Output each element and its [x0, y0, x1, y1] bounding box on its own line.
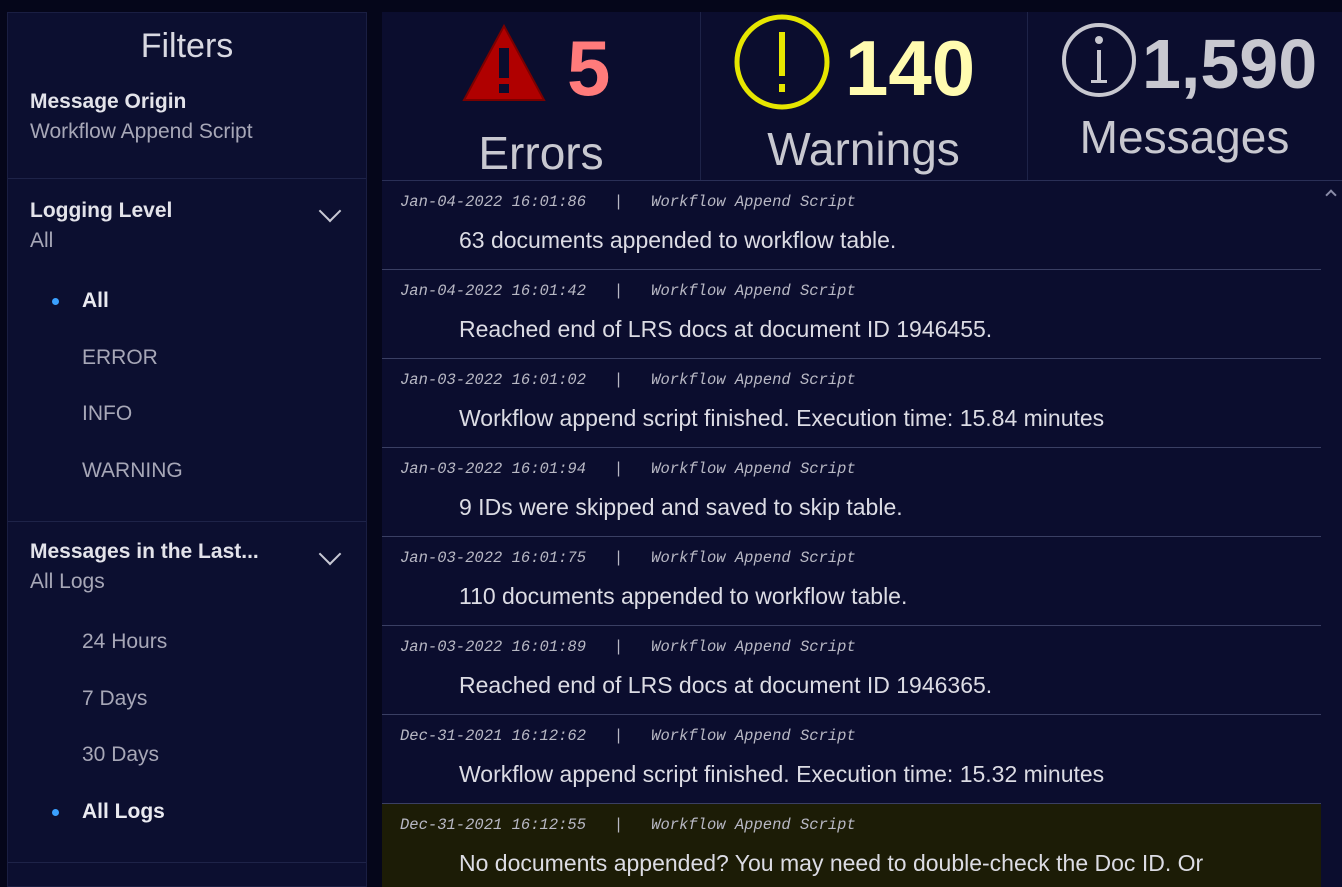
warnings-count: 140	[845, 24, 976, 112]
log-meta: Jan-03-2022 16:01:75 | Workflow Append S…	[400, 549, 856, 567]
log-timestamp: Dec-31-2021 16:12:62	[400, 727, 587, 745]
option-label: 7 Days	[82, 686, 148, 710]
log-timestamp: Jan-04-2022 16:01:42	[400, 282, 587, 300]
time-option-30-days[interactable]: 30 Days	[30, 735, 344, 792]
messages-last-dropdown[interactable]: Messages in the Last... All Logs	[30, 540, 344, 594]
logging-option-error[interactable]: ERROR	[30, 338, 344, 395]
filters-title: Filters	[140, 27, 234, 65]
log-entry[interactable]: Jan-04-2022 16:01:86 | Workflow Append S…	[382, 181, 1321, 270]
filters-panel: Filters Message Origin Workflow Append S…	[7, 12, 367, 887]
log-meta: Jan-03-2022 16:01:89 | Workflow Append S…	[400, 638, 856, 656]
errors-count: 5	[567, 24, 611, 112]
log-timestamp: Jan-03-2022 16:01:94	[400, 460, 587, 478]
selected-dot-icon	[52, 298, 59, 305]
message-origin-label: Message Origin	[30, 90, 187, 113]
stats-bar: 5 Errors 140 Warnings 1,590 Messages	[382, 12, 1342, 181]
message-origin-value: Workflow Append Script	[30, 120, 253, 143]
log-source: Workflow Append Script	[651, 816, 856, 834]
log-source: Workflow Append Script	[651, 193, 856, 211]
option-label: All	[82, 289, 109, 312]
messages-label: Messages	[1079, 111, 1290, 163]
log-entry[interactable]: Jan-03-2022 16:01:89 | Workflow Append S…	[382, 626, 1321, 715]
messages-count: 1,590	[1142, 25, 1318, 103]
log-message: Reached end of LRS docs at document ID 1…	[459, 672, 993, 698]
log-scrollbar[interactable]	[1321, 181, 1342, 887]
log-meta: Jan-04-2022 16:01:42 | Workflow Append S…	[400, 282, 856, 300]
logging-option-all[interactable]: All	[30, 281, 344, 338]
logging-level-label: Logging Level	[30, 199, 173, 222]
option-label: ERROR	[82, 345, 158, 369]
log-entry[interactable]: Dec-31-2021 16:12:62 | Workflow Append S…	[382, 715, 1321, 804]
log-timestamp: Jan-04-2022 16:01:86	[400, 193, 587, 211]
info-circle-icon	[1062, 23, 1136, 97]
log-list: Jan-04-2022 16:01:86 | Workflow Append S…	[382, 181, 1321, 887]
log-meta: Jan-04-2022 16:01:86 | Workflow Append S…	[400, 193, 856, 211]
selected-dot-icon	[52, 808, 59, 816]
option-label: WARNING	[82, 458, 183, 482]
logging-level-dropdown[interactable]: Logging Level All	[30, 199, 344, 253]
option-label: 24 Hours	[82, 630, 168, 653]
messages-last-label: Messages in the Last...	[30, 540, 259, 563]
log-entry[interactable]: Jan-03-2022 16:01:02 | Workflow Append S…	[382, 359, 1321, 448]
log-source: Workflow Append Script	[651, 460, 856, 478]
log-source: Workflow Append Script	[651, 549, 856, 567]
log-entry[interactable]: Jan-03-2022 16:01:75 | Workflow Append S…	[382, 537, 1321, 626]
log-timestamp: Jan-03-2022 16:01:02	[400, 371, 587, 389]
log-message: 110 documents appended to workflow table…	[459, 583, 908, 609]
scroll-up-icon[interactable]	[1325, 189, 1337, 201]
log-message: Workflow append script finished. Executi…	[459, 405, 1105, 431]
log-source: Workflow Append Script	[651, 727, 856, 745]
messages-last-value: All Logs	[30, 570, 105, 593]
log-message: 63 documents appended to workflow table.	[459, 227, 897, 253]
time-option-all-logs[interactable]: All Logs	[30, 792, 344, 849]
log-source: Workflow Append Script	[651, 282, 856, 300]
log-meta: Jan-03-2022 16:01:94 | Workflow Append S…	[400, 460, 856, 478]
log-timestamp: Jan-03-2022 16:01:89	[400, 638, 587, 656]
warnings-label: Warnings	[767, 123, 960, 175]
messages-last-section: Messages in the Last... All Logs 24 Hour…	[8, 522, 366, 863]
option-label: INFO	[82, 402, 133, 425]
logging-level-section: Logging Level All All ERROR INFO WARNING	[8, 179, 366, 522]
exclamation-circle-icon	[734, 14, 830, 110]
log-message: 9 IDs were skipped and saved to skip tab…	[459, 494, 903, 520]
logging-option-warning[interactable]: WARNING	[30, 451, 344, 508]
time-option-24-hours[interactable]: 24 Hours	[30, 622, 344, 679]
log-entry[interactable]: Jan-04-2022 16:01:42 | Workflow Append S…	[382, 270, 1321, 359]
log-message: No documents appended? You may need to d…	[459, 850, 1204, 876]
log-meta: Jan-03-2022 16:01:02 | Workflow Append S…	[400, 371, 856, 389]
messages-stat: 1,590 Messages	[1027, 12, 1342, 180]
message-origin-section: Message Origin Workflow Append Script	[8, 66, 366, 179]
errors-label: Errors	[478, 127, 604, 179]
warnings-stat: 140 Warnings	[700, 12, 1028, 180]
log-message: Reached end of LRS docs at document ID 1…	[459, 316, 993, 342]
log-source: Workflow Append Script	[651, 371, 856, 389]
log-timestamp: Jan-03-2022 16:01:75	[400, 549, 587, 567]
log-timestamp: Dec-31-2021 16:12:55	[400, 816, 587, 834]
logging-option-info[interactable]: INFO	[30, 394, 344, 451]
log-entry-warning[interactable]: Dec-31-2021 16:12:55 | Workflow Append S…	[382, 804, 1321, 887]
option-label: 30 Days	[82, 743, 160, 766]
messages-last-options: 24 Hours 7 Days 30 Days All Logs	[30, 622, 344, 848]
log-panel: 5 Errors 140 Warnings 1,590 Messages Jan…	[382, 12, 1342, 887]
log-message: Workflow append script finished. Executi…	[459, 761, 1105, 787]
errors-stat: 5 Errors	[382, 12, 701, 180]
logging-level-value: All	[30, 229, 54, 252]
log-meta: Dec-31-2021 16:12:55 | Workflow Append S…	[400, 816, 856, 834]
warning-triangle-icon	[462, 24, 546, 101]
log-source: Workflow Append Script	[651, 638, 856, 656]
log-entry[interactable]: Jan-03-2022 16:01:94 | Workflow Append S…	[382, 448, 1321, 537]
log-meta: Dec-31-2021 16:12:62 | Workflow Append S…	[400, 727, 856, 745]
logging-level-options: All ERROR INFO WARNING	[30, 281, 344, 507]
time-option-7-days[interactable]: 7 Days	[30, 679, 344, 736]
option-label: All Logs	[82, 799, 165, 823]
